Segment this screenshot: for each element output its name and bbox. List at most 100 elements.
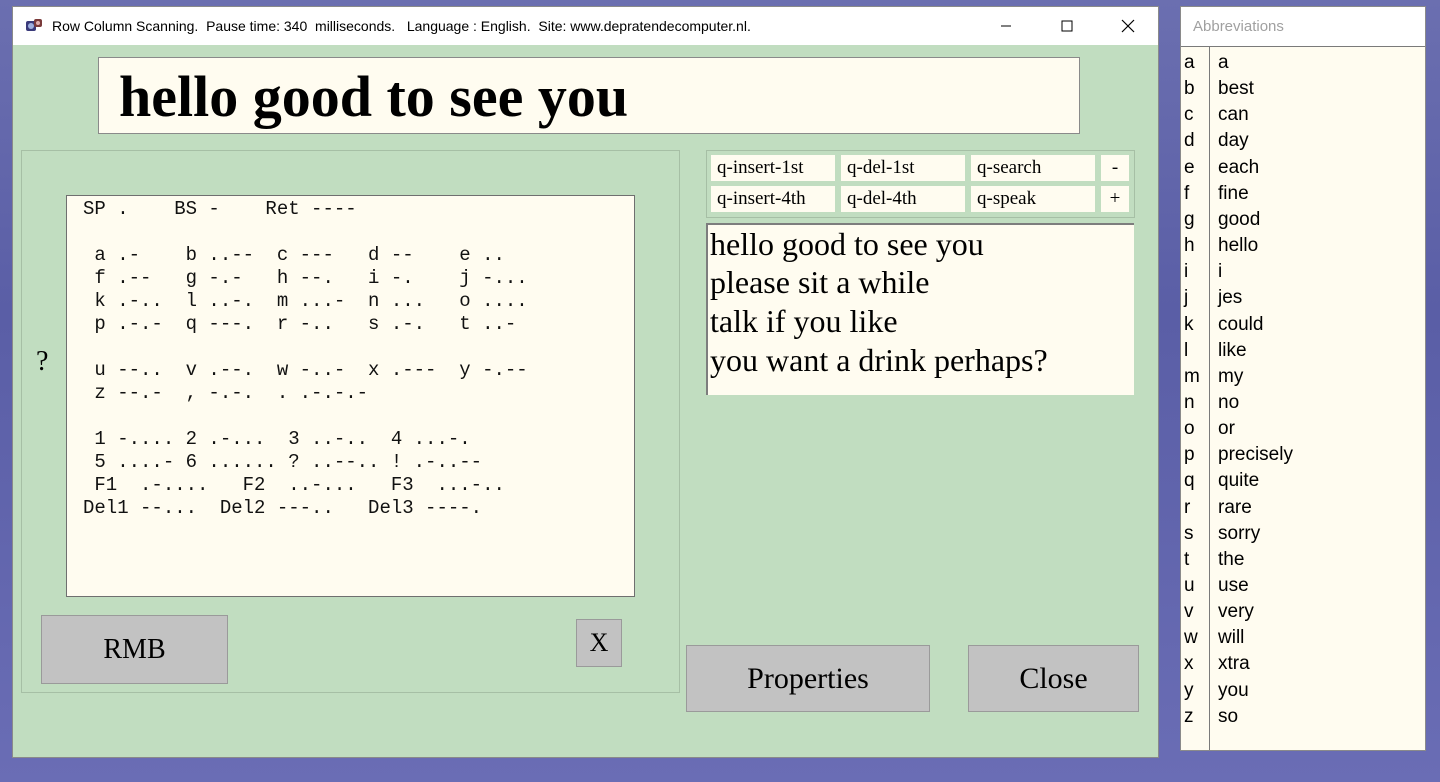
morse-panel: ? SP . BS - Ret ---- a .- b ..-- c --- d… <box>21 150 680 693</box>
abbreviation-value: a <box>1218 52 1229 73</box>
phrase-item[interactable]: talk if you like <box>710 302 898 340</box>
abbreviation-key: o <box>1184 418 1195 440</box>
abbreviation-value: fine <box>1218 182 1249 204</box>
abbreviation-key: z <box>1184 705 1194 727</box>
abbreviation-row[interactable]: q quite <box>1181 470 1425 496</box>
abbreviation-row[interactable]: v very <box>1181 601 1425 627</box>
abbreviation-key: f <box>1184 182 1190 204</box>
abbreviation-value: no <box>1218 391 1240 413</box>
abbreviation-key: p <box>1184 444 1195 466</box>
morse-line: f .-- g -.- h --. i -. j -... <box>83 267 528 289</box>
morse-line: u --.. v .--. w -..- x .--- y -.-- <box>83 359 528 381</box>
abbreviation-row[interactable]: n no <box>1181 392 1425 418</box>
abbreviation-row[interactable]: w will <box>1181 627 1425 653</box>
abbreviation-row[interactable]: p precisely <box>1181 444 1425 470</box>
abbreviation-row[interactable]: e each <box>1181 157 1425 183</box>
abbreviation-row[interactable]: r rare <box>1181 497 1425 523</box>
abbreviation-key: y <box>1184 679 1194 701</box>
abbreviation-row[interactable]: y you <box>1181 680 1425 706</box>
abbreviation-key: l <box>1184 339 1189 361</box>
abbreviation-row[interactable]: f fine <box>1181 183 1425 209</box>
abbreviation-value: use <box>1218 575 1249 596</box>
abbreviation-row[interactable]: ii <box>1181 261 1425 287</box>
abbreviation-value: you <box>1218 679 1249 701</box>
rmb-button[interactable]: RMB <box>41 615 228 684</box>
abbreviation-key: s <box>1184 522 1194 544</box>
window-title: Row Column Scanning. Pause time: 340 mil… <box>52 18 751 34</box>
abbreviation-value: xtra <box>1218 653 1250 675</box>
abbreviations-title: Abbreviations <box>1181 7 1425 47</box>
abbreviation-key: m <box>1184 365 1200 387</box>
abbreviation-row[interactable]: aa <box>1181 52 1425 78</box>
q-insert-1st-button[interactable]: q-insert-1st <box>711 155 835 181</box>
abbreviation-key: g <box>1184 208 1195 230</box>
phrase-list: hello good to see you please sit a while… <box>706 223 1134 395</box>
phrase-item[interactable]: you want a drink perhaps? <box>710 341 1048 379</box>
morse-code-chart: SP . BS - Ret ---- a .- b ..-- c --- d -… <box>66 195 635 597</box>
abbreviation-value: or <box>1218 418 1235 440</box>
abbreviation-key: i <box>1184 261 1189 283</box>
morse-line: z --.- , -.-. . .-.-.- <box>83 382 369 404</box>
abbreviation-row[interactable]: o or <box>1181 418 1425 444</box>
abbreviation-key: v <box>1184 601 1194 623</box>
abbreviation-key: d <box>1184 130 1195 152</box>
morse-line: p .-.- q ---. r -.. s .-. t ..- <box>83 313 517 335</box>
abbreviation-value: my <box>1218 365 1244 387</box>
q-del-1st-button[interactable]: q-del-1st <box>841 155 965 181</box>
abbreviation-value: very <box>1218 601 1254 623</box>
morse-line: 5 ....- 6 ...... ? ..--.. ! .-..-- <box>83 451 483 473</box>
abbreviation-row[interactable]: s sorry <box>1181 523 1425 549</box>
phrase-item[interactable]: hello good to see you <box>710 225 984 263</box>
abbreviation-key: q <box>1184 470 1195 492</box>
abbreviation-key: n <box>1184 391 1195 413</box>
main-window: Row Column Scanning. Pause time: 340 mil… <box>12 6 1159 758</box>
quick-actions-grid: q-insert-1st q-del-1st q-search - q-inse… <box>706 150 1135 218</box>
abbreviation-key: w <box>1184 627 1198 649</box>
abbreviation-row[interactable]: j jes <box>1181 287 1425 313</box>
abbreviation-row[interactable]: u use <box>1181 575 1425 601</box>
abbreviation-value: quite <box>1218 470 1260 492</box>
abbreviation-value: sorry <box>1218 522 1261 544</box>
morse-line: F1 .-.... F2 ..-... F3 ...-.. <box>83 474 505 496</box>
abbreviation-key: c <box>1184 104 1194 126</box>
abbreviation-row[interactable]: c can <box>1181 104 1425 130</box>
q-speak-button[interactable]: q-speak <box>971 186 1095 212</box>
abbreviation-value: i <box>1218 261 1223 283</box>
abbreviation-key: j <box>1184 287 1189 309</box>
abbreviations-window: Abbreviations a a b best c can d day e each f fine g… <box>1180 6 1426 751</box>
close-button[interactable]: Close <box>968 645 1139 712</box>
abbreviation-value: the <box>1218 548 1245 570</box>
properties-button[interactable]: Properties <box>686 645 930 712</box>
q-insert-4th-button[interactable]: q-insert-4th <box>711 186 835 212</box>
title-bar[interactable]: Row Column Scanning. Pause time: 340 mil… <box>13 7 1158 45</box>
morse-line: a .- b ..-- c --- d -- e .. <box>83 244 505 266</box>
phrase-item[interactable]: please sit a while <box>710 263 929 301</box>
abbreviation-row[interactable]: b best <box>1181 78 1425 104</box>
decrease-button[interactable]: - <box>1101 155 1129 181</box>
abbreviation-row[interactable]: g good <box>1181 209 1425 235</box>
abbreviation-row[interactable]: h hello <box>1181 235 1425 261</box>
abbreviation-row[interactable]: d day <box>1181 130 1425 156</box>
abbreviation-key: k <box>1184 313 1194 335</box>
app-icon <box>26 19 42 31</box>
minimize-button[interactable] <box>976 7 1036 45</box>
close-window-button[interactable] <box>1098 7 1158 45</box>
abbreviation-value: like <box>1218 339 1247 361</box>
q-search-button[interactable]: q-search <box>971 155 1095 181</box>
abbreviation-row[interactable]: z so <box>1181 706 1425 732</box>
maximize-button[interactable] <box>1037 7 1097 45</box>
abbreviation-row[interactable]: t the <box>1181 549 1425 575</box>
output-text-field[interactable]: hello good to see you <box>98 57 1080 134</box>
morse-line: k .-.. l ..-. m ...- n ... o .... <box>83 290 528 312</box>
increase-button[interactable]: + <box>1101 186 1129 212</box>
abbreviation-row[interactable]: x xtra <box>1181 653 1425 679</box>
abbreviation-value: good <box>1218 208 1261 230</box>
abbreviation-key: u <box>1184 575 1195 596</box>
abbreviation-value: can <box>1218 104 1249 126</box>
abbreviation-row[interactable]: k could <box>1181 314 1425 340</box>
help-question-mark[interactable]: ? <box>36 346 48 378</box>
q-del-4th-button[interactable]: q-del-4th <box>841 186 965 212</box>
abbreviation-row[interactable]: l like <box>1181 340 1425 366</box>
abbreviation-row[interactable]: m my <box>1181 366 1425 392</box>
x-button[interactable]: X <box>576 619 622 667</box>
